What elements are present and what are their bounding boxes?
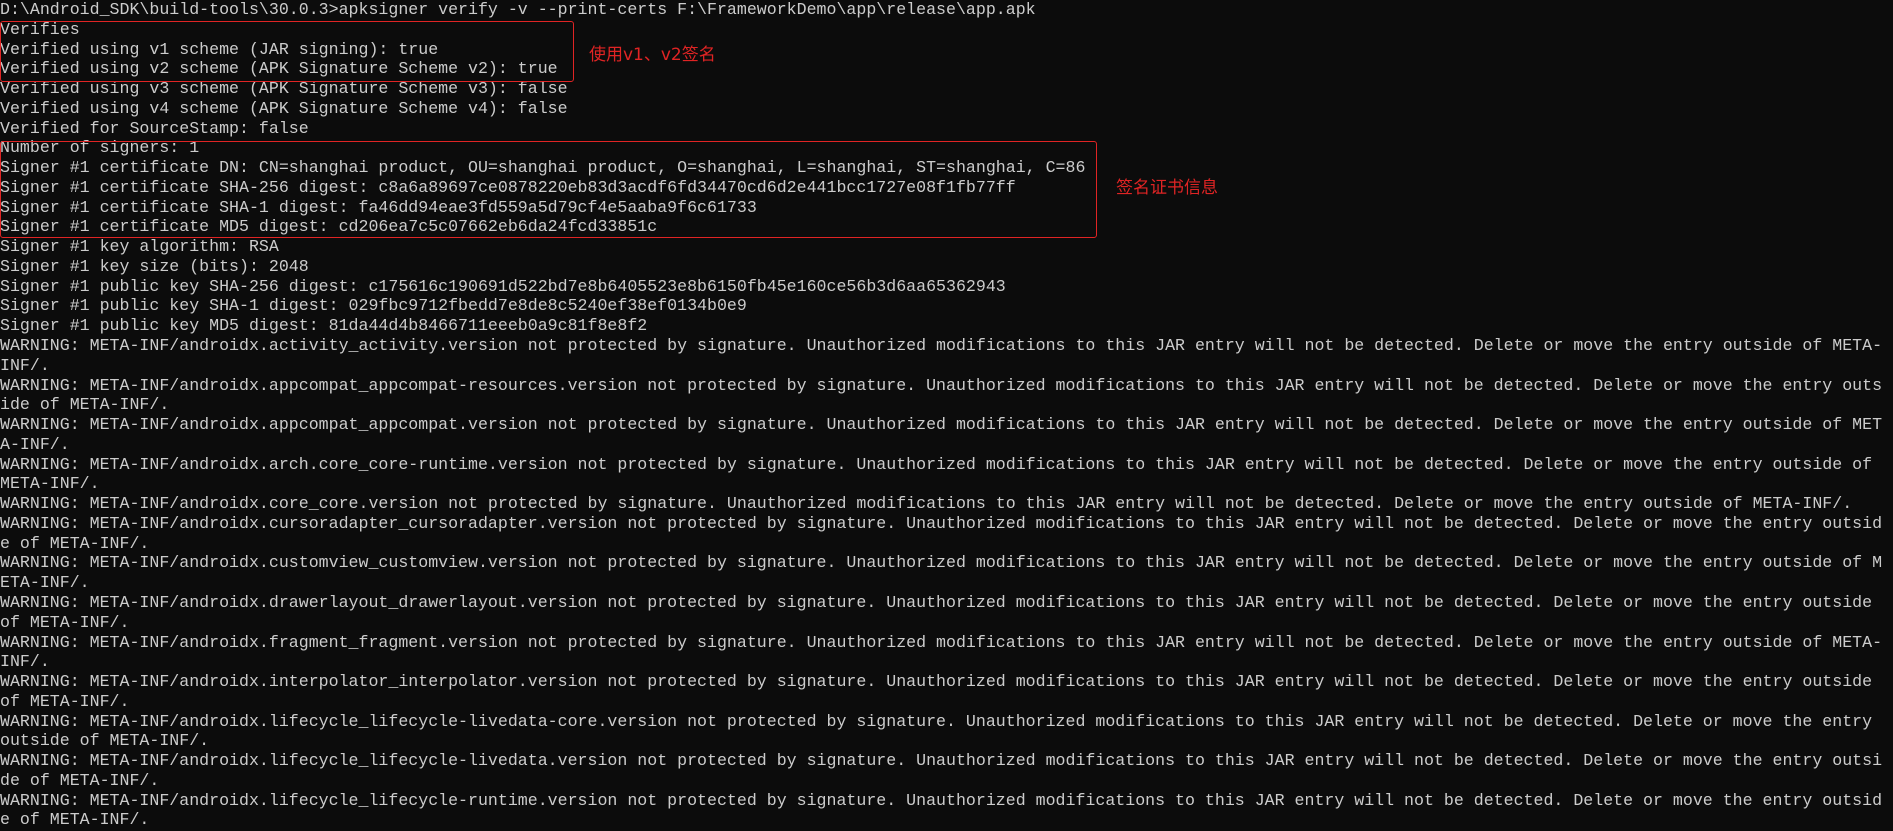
annotation-signing-schemes: 使用v1、v2签名: [589, 45, 716, 65]
public-key-md5-line: Signer #1 public key MD5 digest: 81da44d…: [0, 316, 648, 336]
warning-line: A-INF/.: [0, 434, 70, 454]
warning-line: WARNING: META-INF/androidx.core_core.ver…: [0, 494, 1853, 514]
warning-line: e of META-INF/.: [0, 810, 150, 830]
warning-line: WARNING: META-INF/androidx.arch.core_cor…: [0, 454, 1873, 474]
warning-line: WARNING: META-INF/androidx.lifecycle_lif…: [0, 711, 1873, 731]
certificate-md5-line: Signer #1 certificate MD5 digest: cd206e…: [0, 217, 658, 237]
warning-line: outside of META-INF/.: [0, 731, 210, 751]
warning-line: WARNING: META-INF/androidx.customview_cu…: [0, 553, 1883, 573]
annotation-certificate-info: 签名证书信息: [1116, 178, 1218, 198]
verification-v2-line: Verified using v2 scheme (APK Signature …: [0, 59, 558, 79]
warning-line: WARNING: META-INF/androidx.drawerlayout_…: [0, 592, 1873, 612]
warning-line: ETA-INF/.: [0, 573, 90, 593]
verification-v3-line: Verified using v3 scheme (APK Signature …: [0, 79, 568, 99]
verification-v1-line: Verified using v1 scheme (JAR signing): …: [0, 39, 439, 59]
signer-count-line: Number of signers: 1: [0, 138, 200, 158]
warning-line: WARNING: META-INF/androidx.fragment_frag…: [0, 632, 1883, 652]
certificate-sha1-line: Signer #1 certificate SHA-1 digest: fa46…: [0, 197, 757, 217]
warning-line: WARNING: META-INF/androidx.lifecycle_lif…: [0, 790, 1883, 810]
console-window[interactable]: D:\Android_SDK\build-tools\30.0.3>apksig…: [0, 0, 1893, 831]
warning-line: INF/.: [0, 355, 50, 375]
warning-line: WARNING: META-INF/androidx.lifecycle_lif…: [0, 751, 1883, 771]
verification-status-line: Verifies: [0, 19, 80, 39]
command-prompt-line: D:\Android_SDK\build-tools\30.0.3>apksig…: [0, 0, 1036, 19]
key-size-line: Signer #1 key size (bits): 2048: [0, 256, 309, 276]
warning-line: WARNING: META-INF/androidx.cursoradapter…: [0, 513, 1883, 533]
certificate-sha256-line: Signer #1 certificate SHA-256 digest: c8…: [0, 177, 1016, 197]
public-key-sha256-line: Signer #1 public key SHA-256 digest: c17…: [0, 276, 1006, 296]
warning-line: ide of META-INF/.: [0, 395, 170, 415]
warning-line: INF/.: [0, 652, 50, 672]
warning-line: WARNING: META-INF/androidx.appcompat_app…: [0, 375, 1883, 395]
public-key-sha1-line: Signer #1 public key SHA-1 digest: 029fb…: [0, 296, 747, 316]
warning-line: WARNING: META-INF/androidx.interpolator_…: [0, 672, 1873, 692]
warning-line: de of META-INF/.: [0, 770, 160, 790]
warning-line: of META-INF/.: [0, 612, 130, 632]
warning-line: of META-INF/.: [0, 691, 130, 711]
verification-v4-line: Verified using v4 scheme (APK Signature …: [0, 98, 568, 118]
warning-line: WARNING: META-INF/androidx.activity_acti…: [0, 336, 1883, 356]
warning-line: META-INF/.: [0, 474, 100, 494]
verification-sourcestamp-line: Verified for SourceStamp: false: [0, 118, 309, 138]
warning-line: WARNING: META-INF/androidx.appcompat_app…: [0, 415, 1883, 435]
warning-line: e of META-INF/.: [0, 533, 150, 553]
key-algorithm-line: Signer #1 key algorithm: RSA: [0, 237, 279, 257]
certificate-dn-line: Signer #1 certificate DN: CN=shanghai pr…: [0, 158, 1086, 178]
